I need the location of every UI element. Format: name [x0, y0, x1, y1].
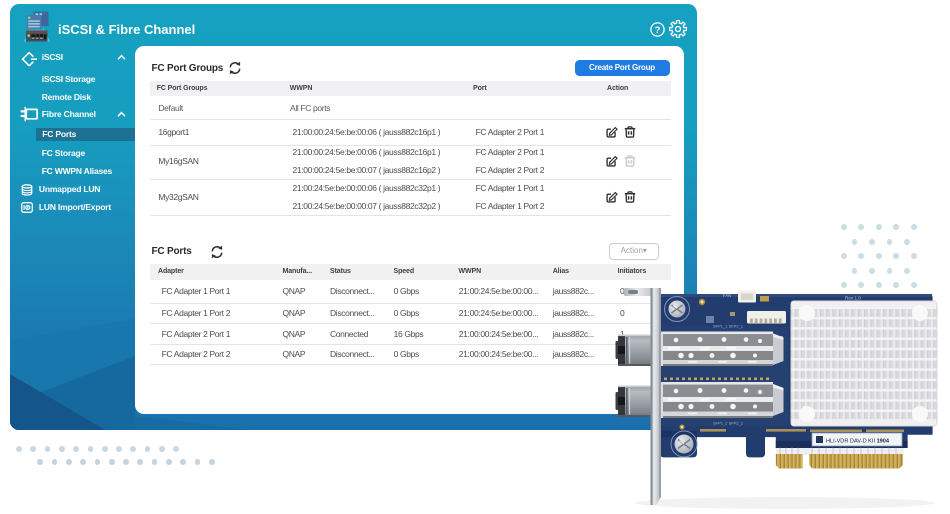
svg-text:Rev:1.0: Rev:1.0	[845, 296, 861, 301]
svg-text:?: ?	[654, 24, 660, 35]
svg-text:FAN: FAN	[723, 293, 731, 298]
svg-text:HLI-VDR DAV-D KII 1904: HLI-VDR DAV-D KII 1904	[826, 439, 890, 445]
svg-text:SFP1_1 SFP2_1: SFP1_1 SFP2_1	[713, 324, 744, 329]
svg-text:SFP1_2 SFP2_2: SFP1_2 SFP2_2	[713, 421, 744, 426]
